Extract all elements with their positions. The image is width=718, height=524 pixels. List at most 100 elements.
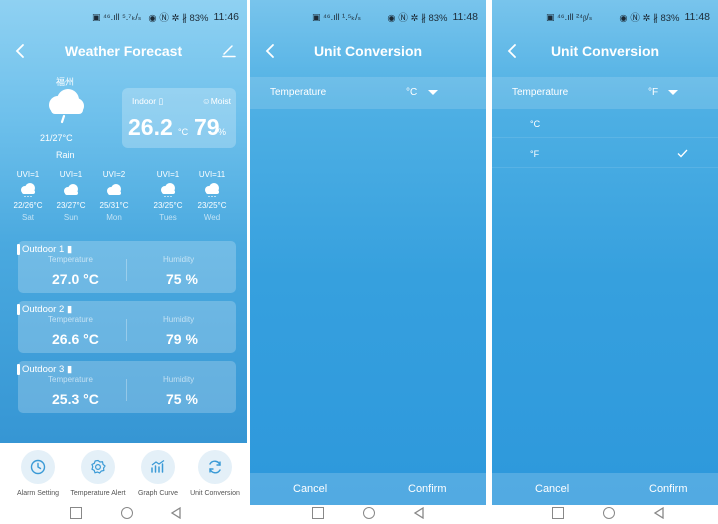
- uvi-value: UVI=1: [16, 170, 40, 179]
- indoor-card: Indoor ▯ ☺Moist 26.2 °C 79 %: [122, 88, 236, 148]
- cloud-icon: [107, 184, 121, 195]
- outdoor-humidity: 75 %: [166, 271, 198, 287]
- dropdown-caret-icon[interactable]: [428, 90, 438, 95]
- unit-conversion-expanded-screen: ▣ ⁴⁶.ıll ²⁴ᵦ/ₛ ◉ Ⓝ ✲ ∦ 83% 11:48 Unit Co…: [492, 0, 718, 524]
- back-nav-icon[interactable]: [653, 507, 665, 519]
- chart-icon: [151, 460, 165, 473]
- indoor-humidity: 79: [194, 114, 220, 140]
- forecast-day: UVI=1 23/27°C Sun: [49, 170, 93, 223]
- graph-curve-button[interactable]: Graph Curve: [128, 450, 188, 497]
- confirm-button[interactable]: Confirm: [649, 483, 688, 495]
- forecast-day-name: Mon: [106, 213, 122, 222]
- graph-curve-circle: [141, 450, 175, 484]
- status-time: 11:46: [213, 11, 240, 23]
- outdoor-temp-label: Temperature: [48, 255, 93, 264]
- back-arrow-icon[interactable]: [262, 42, 280, 60]
- forecast-day: UVI=2 25/31°C Mon: [92, 170, 136, 223]
- unit-option-fahrenheit[interactable]: °F: [492, 140, 718, 168]
- unit-conversion-circle: [198, 450, 232, 484]
- rain-cloud-icon: [21, 183, 35, 197]
- forecast-day-name: Sat: [21, 213, 34, 222]
- option-label: °C: [530, 119, 541, 129]
- outdoor-card[interactable]: Outdoor 2 ▮ Temperature Humidity 26.6 °C…: [17, 301, 236, 353]
- back-arrow-icon[interactable]: [12, 42, 30, 60]
- nav-label: Temperature Alert: [70, 490, 126, 497]
- unit-background: [492, 0, 718, 505]
- nav-label: Unit Conversion: [190, 490, 240, 497]
- rain-cloud-icon: [205, 183, 219, 197]
- forecast-day-name: Wed: [203, 213, 221, 222]
- unit-conversion-button[interactable]: Unit Conversion: [185, 450, 245, 497]
- refresh-icon: [209, 460, 221, 474]
- divider: [126, 379, 127, 401]
- outdoor-card[interactable]: Outdoor 3 ▮ Temperature Humidity 25.3 °C…: [17, 361, 236, 413]
- status-network: ▣ ⁴⁶.ıll ²⁴ᵦ/ₛ: [546, 11, 593, 22]
- unit-row-value[interactable]: °C: [406, 87, 417, 98]
- battery-icon: ▮: [64, 304, 73, 315]
- temperature-alert-button[interactable]: Temperature Alert: [68, 450, 128, 497]
- action-bar: Cancel Confirm: [250, 473, 486, 505]
- forecast-temp: 23/25°C: [197, 201, 227, 210]
- unit-row-label: Temperature: [512, 87, 569, 98]
- outdoor-temp-label: Temperature: [48, 315, 93, 324]
- recent-apps-icon[interactable]: [70, 507, 82, 519]
- confirm-button[interactable]: Confirm: [408, 483, 447, 495]
- status-network: ▣ ⁴⁶.ıll ⁵.⁷ₖ/ₛ: [92, 11, 142, 22]
- moist-label: ☺Moist: [202, 96, 231, 106]
- status-network: ▣ ⁴⁶.ıll ¹.⁵ₖ/ₛ: [312, 11, 361, 22]
- outdoor-humidity-label: Humidity: [163, 375, 195, 384]
- divider: [126, 319, 127, 341]
- back-arrow-icon[interactable]: [504, 42, 522, 60]
- back-nav-icon[interactable]: [170, 507, 182, 519]
- cloud-icon: [64, 184, 78, 195]
- thermometer-icon: ▯: [156, 96, 164, 106]
- forecast-day: UVI=1 22/26°C Sat: [6, 170, 50, 223]
- option-label: °F: [530, 149, 540, 159]
- uvi-value: UVI=1: [59, 170, 83, 179]
- forecast-day: UVI=1 23/25°C Tues: [146, 170, 190, 223]
- action-bar: Cancel Confirm: [492, 473, 718, 505]
- alarm-setting-button[interactable]: Alarm Setting: [8, 450, 68, 497]
- status-time: 11:48: [452, 11, 479, 23]
- outdoor-temperature: 25.3 °C: [52, 391, 99, 407]
- temperature-unit-row[interactable]: Temperature °F: [492, 77, 718, 109]
- outdoor-name: Outdoor 2 ▮: [22, 304, 73, 315]
- outdoor-temperature: 26.6 °C: [52, 331, 99, 347]
- status-time: 11:48: [684, 11, 711, 23]
- recent-apps-icon[interactable]: [312, 507, 324, 519]
- outdoor-humidity: 79 %: [166, 331, 198, 347]
- status-bar: ▣ ⁴⁶.ıll ¹.⁵ₖ/ₛ ◉ Ⓝ ✲ ∦ 83% 11:48: [250, 0, 486, 34]
- temperature-unit-row[interactable]: Temperature °C: [250, 77, 486, 109]
- outdoor-humidity-label: Humidity: [163, 315, 195, 324]
- forecast-day: UVI=11 23/25°C Wed: [190, 170, 234, 223]
- status-bar: ▣ ⁴⁶.ıll ²⁴ᵦ/ₛ ◉ Ⓝ ✲ ∦ 83% 11:48: [492, 0, 718, 34]
- rain-cloud-icon: [49, 89, 84, 124]
- outdoor-card[interactable]: Outdoor 1 ▮ Temperature Humidity 27.0 °C…: [17, 241, 236, 293]
- title-bar: Weather Forecast: [0, 34, 247, 68]
- outdoor-name: Outdoor 1 ▮: [22, 244, 73, 255]
- home-icon[interactable]: [603, 507, 615, 519]
- page-title: Unit Conversion: [313, 43, 423, 59]
- forecast-temp: 22/26°C: [13, 201, 43, 210]
- outdoor-temp-label: Temperature: [48, 375, 93, 384]
- battery-icon: ▮: [64, 244, 73, 255]
- unit-row-value[interactable]: °F: [648, 87, 658, 98]
- uvi-value: UVI=11: [198, 170, 226, 179]
- dropdown-caret-icon[interactable]: [668, 90, 678, 95]
- recent-apps-icon[interactable]: [552, 507, 564, 519]
- unit-conversion-screen: ▣ ⁴⁶.ıll ¹.⁵ₖ/ₛ ◉ Ⓝ ✲ ∦ 83% 11:48 Unit C…: [250, 0, 486, 524]
- title-bar: Unit Conversion: [250, 34, 486, 68]
- edit-icon[interactable]: [221, 42, 237, 58]
- back-nav-icon[interactable]: [413, 507, 425, 519]
- home-icon[interactable]: [363, 507, 375, 519]
- cancel-button[interactable]: Cancel: [293, 483, 327, 495]
- cancel-button[interactable]: Cancel: [535, 483, 569, 495]
- unit-option-celsius[interactable]: °C: [492, 110, 718, 138]
- forecast-temp: 23/27°C: [56, 201, 86, 210]
- home-icon[interactable]: [121, 507, 133, 519]
- outdoor-marker: [17, 244, 20, 255]
- forecast-day-name: Sun: [63, 213, 79, 222]
- page-title: Weather Forecast: [64, 43, 183, 59]
- status-bar: ▣ ⁴⁶.ıll ⁵.⁷ₖ/ₛ ◉ Ⓝ ✲ ∦ 83% 11:46: [0, 0, 247, 34]
- page-title: Unit Conversion: [550, 43, 660, 59]
